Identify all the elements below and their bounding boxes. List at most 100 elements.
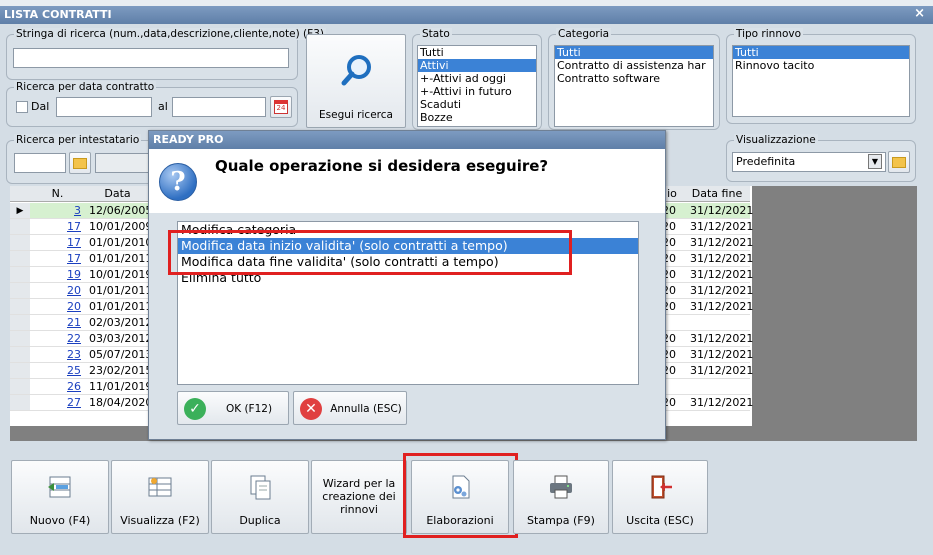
cell-number[interactable]: 22 <box>30 331 85 347</box>
categoria-item[interactable]: Contratto di assistenza har <box>555 59 713 72</box>
cell-date[interactable]: 05/07/2013 <box>85 347 152 363</box>
dal-checkbox[interactable] <box>16 101 28 113</box>
holder-code-input[interactable] <box>14 153 66 173</box>
cell-number[interactable]: 17 <box>30 251 85 267</box>
print-button[interactable]: Stampa (F9) <box>513 460 609 534</box>
row-indicator[interactable] <box>10 251 30 267</box>
cell-date-fine[interactable]: 31/12/2021 <box>684 203 753 219</box>
categoria-list[interactable]: Tutti Contratto di assistenza har Contra… <box>554 45 714 127</box>
cancel-button[interactable]: ✕ Annulla (ESC) <box>293 391 407 425</box>
visualizzazione-select[interactable]: Predefinita <box>732 152 886 172</box>
cell-number[interactable]: 21 <box>30 315 85 331</box>
cell-number[interactable]: 19 <box>30 267 85 283</box>
cell-date-fine[interactable]: 31/12/2021 <box>684 235 753 251</box>
cell-date[interactable]: 23/02/2015 <box>85 363 152 379</box>
view-button-label: Visualizza (F2) <box>120 514 200 527</box>
categoria-item-selected[interactable]: Tutti <box>555 46 713 59</box>
stato-item[interactable]: Scaduti <box>418 98 536 111</box>
row-indicator[interactable] <box>10 379 30 395</box>
stato-item[interactable]: Bozze <box>418 111 536 124</box>
cell-date[interactable]: 01/01/2011 <box>85 283 152 299</box>
row-indicator[interactable] <box>10 363 30 379</box>
row-indicator[interactable]: ▶ <box>10 203 30 219</box>
categoria-label: Categoria <box>556 28 612 40</box>
cell-number[interactable]: 17 <box>30 235 85 251</box>
cell-number[interactable]: 3 <box>30 203 85 219</box>
cell-date[interactable]: 03/03/2012 <box>85 331 152 347</box>
ok-button-label: OK (F12) <box>225 403 273 415</box>
cell-date[interactable]: 18/04/2020 <box>85 395 152 411</box>
cell-number[interactable]: 26 <box>30 379 85 395</box>
folder-button[interactable] <box>69 152 91 174</box>
cell-date-fine[interactable]: 31/12/2021 <box>684 363 753 379</box>
row-indicator[interactable] <box>10 315 30 331</box>
new-button[interactable]: Nuovo (F4) <box>11 460 109 534</box>
cell-date-fine[interactable]: 31/12/2021 <box>684 331 753 347</box>
cell-date[interactable]: 11/01/2019 <box>85 379 152 395</box>
tipo-rinnovo-list[interactable]: Tutti Rinnovo tacito <box>732 45 910 117</box>
stato-item[interactable]: +-Attivi in futuro <box>418 85 536 98</box>
cell-number[interactable]: 27 <box>30 395 85 411</box>
row-indicator[interactable] <box>10 395 30 411</box>
cell-date-fine[interactable]: 31/12/2021 <box>684 267 753 283</box>
visualizzazione-folder-button[interactable] <box>888 151 910 173</box>
search-input[interactable] <box>13 48 289 68</box>
duplicate-button[interactable]: Duplica <box>211 460 309 534</box>
stato-label: Stato <box>420 28 452 40</box>
cell-date-fine[interactable]: 31/12/2021 <box>684 395 753 411</box>
dal-label: Dal <box>31 100 50 113</box>
row-indicator[interactable] <box>10 235 30 251</box>
cell-date-fine[interactable] <box>684 315 750 331</box>
row-indicator[interactable] <box>10 219 30 235</box>
search-button[interactable]: Esegui ricerca <box>306 34 406 128</box>
tipo-rinnovo-item[interactable]: Rinnovo tacito <box>733 59 909 72</box>
cell-date-fine[interactable]: 31/12/2021 <box>684 347 753 363</box>
row-indicator[interactable] <box>10 347 30 363</box>
operation-dialog: READY PRO ? Quale operazione si desidera… <box>148 130 666 440</box>
chevron-down-icon[interactable]: ▼ <box>868 154 882 169</box>
grid-header-data-fine[interactable]: Data fine <box>684 186 750 202</box>
close-icon[interactable]: × <box>914 6 925 21</box>
cell-date-fine[interactable]: 31/12/2021 <box>684 219 753 235</box>
cell-number[interactable]: 20 <box>30 283 85 299</box>
search-button-label: Esegui ricerca <box>319 109 393 121</box>
row-indicator[interactable] <box>10 331 30 347</box>
cell-date-fine[interactable]: 31/12/2021 <box>684 283 753 299</box>
cell-date[interactable]: 01/01/2011 <box>85 251 152 267</box>
cell-number[interactable]: 23 <box>30 347 85 363</box>
date-from-input[interactable] <box>56 97 152 117</box>
cell-date[interactable]: 01/01/2011 <box>85 299 152 315</box>
view-button[interactable]: Visualizza (F2) <box>111 460 209 534</box>
tipo-rinnovo-label: Tipo rinnovo <box>734 28 804 40</box>
cell-date[interactable]: 12/06/2005 <box>85 203 152 219</box>
cell-number[interactable]: 20 <box>30 299 85 315</box>
cell-date[interactable]: 02/03/2012 <box>85 315 152 331</box>
grid-header-n[interactable]: N. <box>30 186 85 202</box>
date-to-input[interactable] <box>172 97 266 117</box>
cell-number[interactable]: 25 <box>30 363 85 379</box>
categoria-item[interactable]: Contratto software <box>555 72 713 85</box>
row-indicator[interactable] <box>10 283 30 299</box>
cell-date-fine[interactable] <box>684 379 750 395</box>
stato-item-selected[interactable]: Attivi <box>418 59 536 72</box>
stato-item[interactable]: +-Attivi ad oggi <box>418 72 536 85</box>
calendar-button[interactable]: 24 <box>270 96 292 118</box>
tipo-rinnovo-item-selected[interactable]: Tutti <box>733 46 909 59</box>
wizard-button[interactable]: Wizard per la creazione dei rinnovi <box>311 460 407 534</box>
cell-date[interactable]: 10/01/2019 <box>85 267 152 283</box>
cell-date[interactable]: 10/01/2009 <box>85 219 152 235</box>
cell-number[interactable]: 17 <box>30 219 85 235</box>
dialog-header: ? Quale operazione si desidera eseguire? <box>149 149 665 213</box>
grid-header-data[interactable]: Data <box>85 186 150 202</box>
row-indicator[interactable] <box>10 299 30 315</box>
grid-header-indicator <box>10 186 30 202</box>
cell-date[interactable]: 01/01/2010 <box>85 235 152 251</box>
stato-list[interactable]: Tutti Attivi +-Attivi ad oggi +-Attivi i… <box>417 45 537 127</box>
cell-date-fine[interactable]: 31/12/2021 <box>684 251 753 267</box>
row-indicator[interactable] <box>10 267 30 283</box>
stato-item[interactable]: Tutti <box>418 46 536 59</box>
exit-button[interactable]: Uscita (ESC) <box>612 460 708 534</box>
holder-name-input[interactable] <box>95 153 149 173</box>
ok-button[interactable]: ✓ OK (F12) <box>177 391 289 425</box>
cell-date-fine[interactable]: 31/12/2021 <box>684 299 753 315</box>
